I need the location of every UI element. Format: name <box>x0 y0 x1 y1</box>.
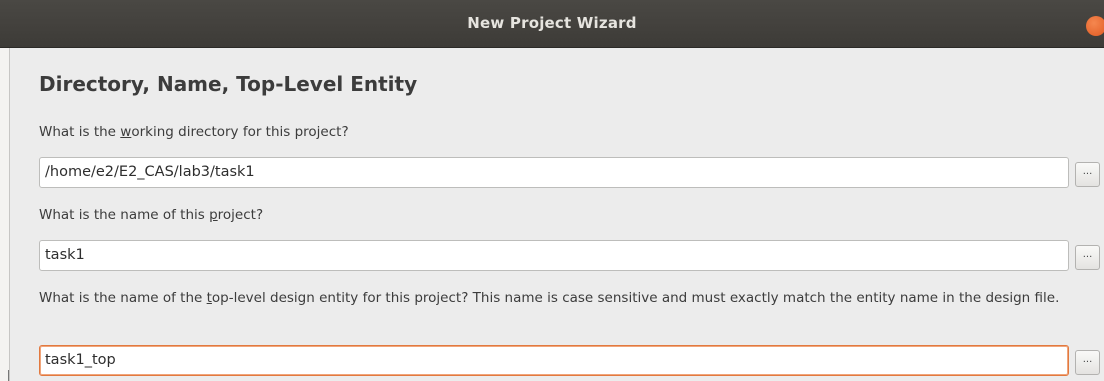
page-heading: Directory, Name, Top-Level Entity <box>39 72 418 96</box>
top-level-entity-browse-button[interactable]: ... <box>1075 350 1100 375</box>
left-panel-edge <box>0 48 10 381</box>
project-name-input[interactable]: task1 <box>39 240 1069 271</box>
window-title: New Project Wizard <box>467 14 637 32</box>
window-titlebar[interactable]: New Project Wizard <box>0 0 1104 48</box>
top-level-entity-input-value: task1_top <box>45 352 116 368</box>
project-name-label: What is the name of this project? <box>39 207 264 223</box>
directory-input[interactable]: /home/e2/E2_CAS/lab3/task1 <box>39 157 1069 188</box>
directory-input-value: /home/e2/E2_CAS/lab3/task1 <box>45 164 255 180</box>
top-level-entity-input[interactable]: task1_top <box>39 345 1069 376</box>
left-panel-tick <box>8 370 9 381</box>
project-name-browse-button[interactable]: ... <box>1075 245 1100 270</box>
top-level-entity-label: What is the name of the top-level design… <box>39 290 1060 306</box>
directory-label: What is the working directory for this p… <box>39 124 349 140</box>
close-icon[interactable] <box>1086 16 1104 36</box>
project-name-input-value: task1 <box>45 247 85 263</box>
directory-browse-button[interactable]: ... <box>1075 162 1100 187</box>
